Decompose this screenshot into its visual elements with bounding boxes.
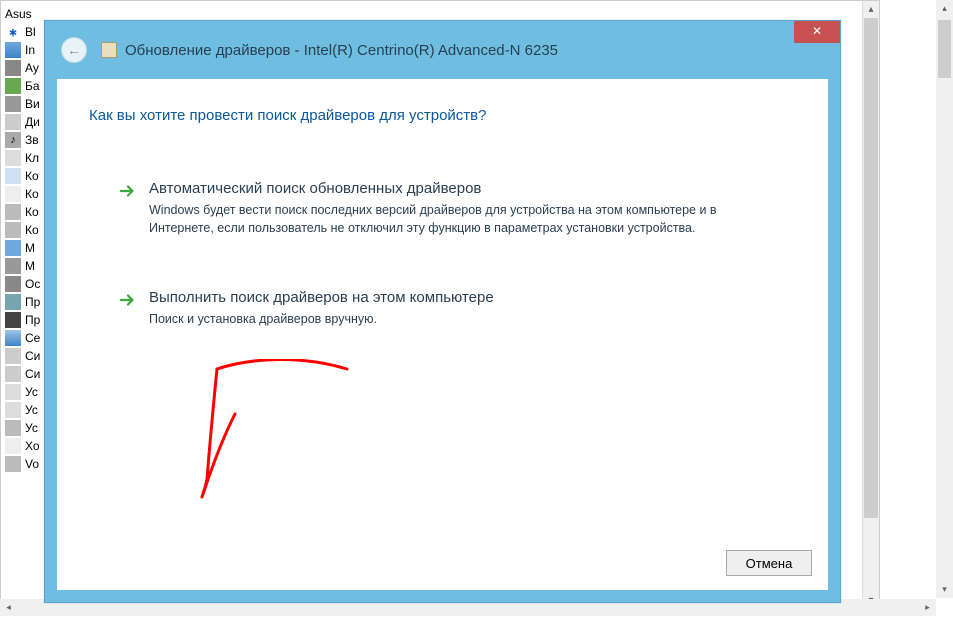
device-category-icon [5, 384, 21, 400]
option-browse-computer[interactable]: Выполнить поиск драйверов на этом компью… [109, 281, 768, 342]
tree-item-label: Си [25, 367, 40, 381]
update-driver-dialog: ✕ ← Обновление драйверов - Intel(R) Cent… [44, 20, 841, 603]
cancel-button[interactable]: Отмена [726, 550, 812, 576]
back-arrow-icon: ← [67, 42, 81, 58]
option-text: Выполнить поиск драйверов на этом компью… [149, 289, 758, 328]
tree-item-label: Ос [25, 277, 40, 291]
dialog-question: Как вы хотите провести поиск драйверов д… [57, 79, 828, 124]
scroll-up-icon[interactable]: ▴ [936, 0, 953, 17]
tree-item-label: Пр [25, 295, 40, 309]
tree-item-label: Ко [25, 169, 39, 183]
option-title: Выполнить поиск драйверов на этом компью… [149, 289, 758, 306]
scroll-down-icon[interactable]: ▾ [936, 581, 953, 598]
device-category-icon [5, 150, 21, 166]
device-category-icon [5, 348, 21, 364]
tree-item-label: М [25, 241, 35, 255]
tree-item-label: Се [25, 331, 40, 345]
device-category-icon [5, 258, 21, 274]
tree-item-label: Си [25, 349, 40, 363]
option-description: Windows будет вести поиск последних верс… [149, 201, 758, 237]
device-category-icon [5, 402, 21, 418]
option-title: Автоматический поиск обновленных драйвер… [149, 180, 758, 197]
tree-item-label: Хо [25, 439, 40, 453]
device-category-icon [5, 438, 21, 454]
tree-item-label: Ко [25, 187, 39, 201]
device-category-icon [5, 240, 21, 256]
close-button[interactable]: ✕ [794, 21, 840, 43]
device-category-icon [5, 96, 21, 112]
tree-item-label: М [25, 259, 35, 273]
tree-item-label: Кл [25, 151, 39, 165]
device-category-icon [5, 312, 21, 328]
device-category-icon [5, 168, 21, 184]
device-category-icon [5, 420, 21, 436]
dialog-body: Как вы хотите провести поиск драйверов д… [57, 79, 828, 590]
panel-vertical-scrollbar[interactable]: ▴ ▾ [862, 1, 879, 609]
dialog-buttons: Отмена [726, 550, 812, 576]
tree-item-label: Зв [25, 133, 39, 147]
red-annotation-mark [167, 359, 367, 509]
outer-vertical-scrollbar[interactable]: ▴ ▾ [936, 0, 953, 598]
tree-item-label: Ко [25, 223, 39, 237]
option-text: Автоматический поиск обновленных драйвер… [149, 180, 758, 237]
device-icon [101, 42, 117, 58]
tree-item-label: Ко [25, 205, 39, 219]
device-category-icon [5, 222, 21, 238]
scroll-up-icon[interactable]: ▴ [863, 1, 879, 18]
device-category-icon [5, 330, 21, 346]
scroll-left-icon[interactable]: ◂ [0, 599, 17, 616]
arrow-right-icon [119, 291, 137, 309]
device-category-icon [5, 456, 21, 472]
device-category-icon: ∗ [5, 24, 21, 40]
arrow-right-icon [119, 182, 137, 200]
tree-item-label: Ус [25, 403, 38, 417]
tree-item-label: Ус [25, 421, 38, 435]
tree-item-label: Ди [25, 115, 40, 129]
device-category-icon [5, 42, 21, 58]
device-category-icon [5, 186, 21, 202]
device-category-icon [5, 114, 21, 130]
tree-item-label: Bl [25, 25, 36, 39]
close-icon: ✕ [812, 24, 822, 38]
dialog-title: Обновление драйверов - Intel(R) Centrino… [125, 42, 558, 59]
device-category-icon [5, 366, 21, 382]
dialog-header: ← Обновление драйверов - Intel(R) Centri… [45, 21, 840, 77]
tree-item-label: Ау [25, 61, 39, 75]
option-auto-search[interactable]: Автоматический поиск обновленных драйвер… [109, 172, 768, 251]
device-category-icon [5, 78, 21, 94]
tree-item-label: Ус [25, 385, 38, 399]
scrollbar-thumb[interactable] [938, 20, 951, 78]
device-category-icon: ♪ [5, 132, 21, 148]
tree-item-label: Ви [25, 97, 40, 111]
tree-item-label: Пр [25, 313, 40, 327]
tree-root[interactable]: Asus [1, 7, 201, 21]
options-list: Автоматический поиск обновленных драйвер… [57, 124, 828, 342]
scrollbar-thumb[interactable] [864, 18, 878, 518]
tree-item-label: Ба [25, 79, 40, 93]
device-category-icon [5, 60, 21, 76]
back-button[interactable]: ← [61, 37, 87, 63]
option-description: Поиск и установка драйверов вручную. [149, 310, 758, 328]
tree-item-label: Vo [25, 457, 39, 471]
device-category-icon [5, 276, 21, 292]
device-category-icon [5, 294, 21, 310]
tree-item-label: In [25, 43, 35, 57]
device-category-icon [5, 204, 21, 220]
scroll-right-icon[interactable]: ▸ [919, 599, 936, 616]
